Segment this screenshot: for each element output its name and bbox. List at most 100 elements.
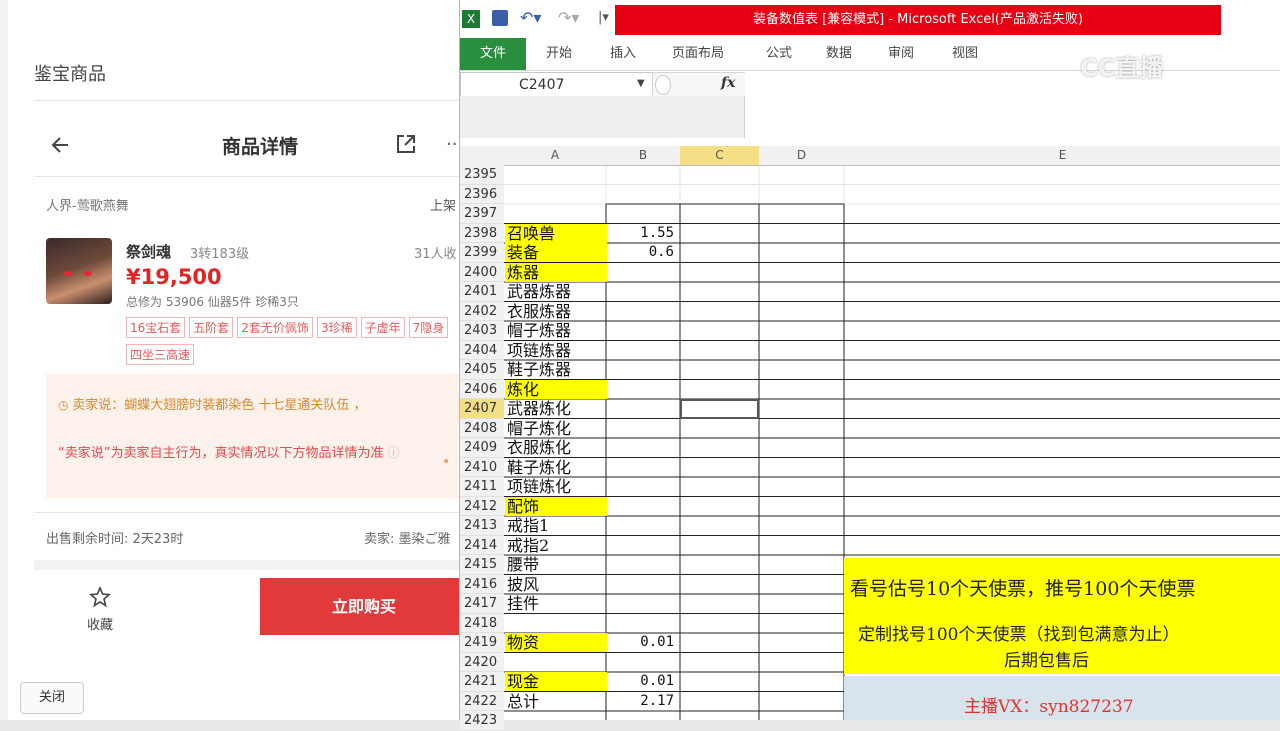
cell-a[interactable]: 戒指2	[505, 536, 607, 555]
cell-a[interactable]	[505, 165, 607, 184]
cell-a[interactable]: 武器炼化	[505, 399, 607, 418]
row-header[interactable]: 2413	[460, 516, 504, 536]
cell-b[interactable]	[607, 594, 677, 613]
row-header[interactable]: 2418	[460, 613, 504, 633]
row-header[interactable]: 2421	[460, 672, 504, 692]
buy-now-button[interactable]: 立即购买	[260, 578, 468, 635]
cell-a[interactable]	[505, 614, 607, 633]
cell-b[interactable]	[607, 263, 677, 282]
column-header[interactable]: A	[504, 146, 607, 166]
favorite-button[interactable]: 收藏	[70, 585, 130, 633]
cell-a[interactable]: 炼化	[505, 379, 607, 399]
column-header[interactable]: C	[680, 146, 760, 166]
select-all-corner[interactable]	[460, 146, 505, 166]
cell-b[interactable]	[607, 282, 677, 301]
cell-a[interactable]: 挂件	[505, 594, 607, 613]
cell-b[interactable]: 0.01	[607, 633, 677, 652]
cell-b[interactable]: 1.55	[607, 224, 677, 243]
cell-a[interactable]: 项链炼化	[505, 477, 607, 496]
cell-b[interactable]	[607, 575, 677, 594]
row-header[interactable]: 2403	[460, 321, 504, 341]
cell-a[interactable]: 帽子炼器	[505, 321, 607, 340]
row-header[interactable]: 2411	[460, 477, 504, 497]
row-header[interactable]: 2406	[460, 379, 504, 399]
ribbon-tab[interactable]: 数据	[826, 38, 860, 70]
row-header[interactable]: 2395	[460, 165, 504, 185]
seller-name[interactable]: 卖家: 墨染ご雅	[364, 528, 451, 547]
cell-b[interactable]	[607, 185, 677, 204]
row-header[interactable]: 2410	[460, 457, 504, 477]
cell-b[interactable]	[607, 653, 677, 672]
undo-icon[interactable]: ↶▾	[520, 8, 541, 27]
cell-a[interactable]: 鞋子炼化	[505, 458, 607, 477]
cell-b[interactable]	[607, 497, 677, 516]
cell-a[interactable]: 配饰	[505, 496, 607, 516]
cell-b[interactable]	[607, 321, 677, 340]
share-button[interactable]	[394, 132, 418, 156]
row-header[interactable]: 2422	[460, 691, 504, 711]
cell-b[interactable]	[607, 438, 677, 457]
column-header[interactable]: D	[759, 146, 845, 166]
column-header[interactable]: B	[606, 146, 681, 166]
row-header[interactable]: 2417	[460, 594, 504, 614]
row-header[interactable]: 2408	[460, 418, 504, 438]
cell-b[interactable]	[607, 360, 677, 379]
row-header[interactable]: 2401	[460, 282, 504, 302]
column-header[interactable]: E	[844, 146, 1280, 166]
row-header[interactable]: 2397	[460, 204, 504, 224]
cell-a[interactable]: 衣服炼化	[505, 438, 607, 457]
cell-b[interactable]	[607, 419, 677, 438]
cell-b[interactable]	[607, 302, 677, 321]
cell-a[interactable]: 装备	[505, 243, 607, 262]
row-header[interactable]: 2416	[460, 574, 504, 594]
cell-a[interactable]: 衣服炼器	[505, 302, 607, 321]
row-header[interactable]: 2402	[460, 301, 504, 321]
active-cell[interactable]	[680, 399, 759, 419]
cell-a[interactable]	[505, 711, 607, 730]
row-header[interactable]: 2420	[460, 652, 504, 672]
cell-b[interactable]	[607, 399, 677, 418]
function-icon[interactable]: fx	[721, 75, 735, 91]
help-icon[interactable]: ⓘ	[388, 446, 400, 460]
cell-a[interactable]: 项链炼器	[505, 341, 607, 360]
cell-a[interactable]: 腰带	[505, 555, 607, 574]
row-header[interactable]: 2400	[460, 262, 504, 282]
cell-b[interactable]	[607, 477, 677, 496]
ribbon-tab[interactable]: 插入	[610, 38, 644, 70]
cell-a[interactable]: 炼器	[505, 262, 607, 282]
cell-b[interactable]	[607, 614, 677, 633]
cell-b[interactable]: 0.6	[607, 243, 677, 262]
cell-a[interactable]: 现金	[505, 672, 607, 691]
cell-b[interactable]	[607, 204, 677, 223]
row-header[interactable]: 2419	[460, 633, 504, 653]
ribbon-tab[interactable]: 公式	[766, 38, 800, 70]
cell-a[interactable]: 武器炼器	[505, 282, 607, 301]
row-header[interactable]: 2415	[460, 555, 504, 575]
cell-a[interactable]: 帽子炼化	[505, 419, 607, 438]
cell-b[interactable]	[607, 341, 677, 360]
close-button[interactable]: 关闭	[20, 682, 84, 714]
customize-toolbar-icon[interactable]: |▾	[598, 10, 609, 25]
cell-b[interactable]: 2.17	[607, 692, 677, 711]
row-header[interactable]: 2407	[460, 399, 504, 419]
chevron-down-icon[interactable]: ▼	[637, 78, 645, 89]
expand-handle-icon[interactable]	[655, 75, 671, 95]
cell-b[interactable]	[607, 516, 677, 535]
save-icon[interactable]	[492, 10, 508, 26]
row-header[interactable]: 2409	[460, 438, 504, 458]
cell-b[interactable]	[607, 458, 677, 477]
back-button[interactable]	[46, 130, 76, 160]
row-header[interactable]: 2405	[460, 360, 504, 380]
cell-b[interactable]: 0.01	[607, 672, 677, 691]
row-header[interactable]: 2412	[460, 496, 504, 516]
cell-a[interactable]: 披风	[505, 575, 607, 594]
cell-b[interactable]	[607, 165, 677, 184]
row-header[interactable]: 2399	[460, 243, 504, 263]
cell-b[interactable]	[607, 555, 677, 574]
cell-a[interactable]: 戒指1	[505, 516, 607, 535]
cell-b[interactable]	[607, 711, 677, 730]
ribbon-tab[interactable]: 开始	[546, 38, 580, 70]
cell-a[interactable]: 鞋子炼器	[505, 360, 607, 379]
cell-a[interactable]: 物资	[505, 633, 607, 652]
cell-a[interactable]	[505, 185, 607, 204]
